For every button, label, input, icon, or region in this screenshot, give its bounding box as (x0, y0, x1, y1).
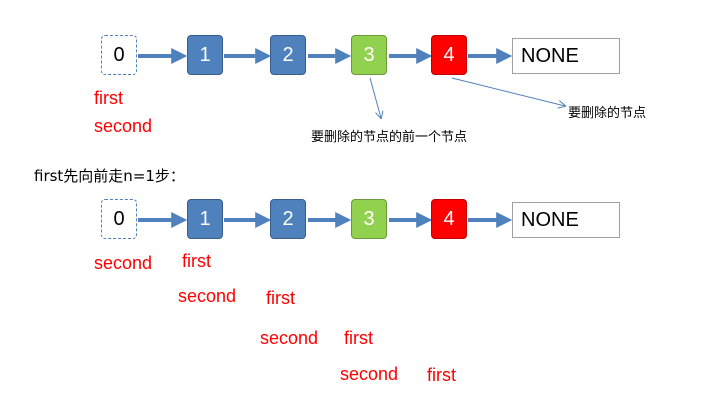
second-pointer-label: second (94, 253, 153, 273)
node-1: 1 (187, 35, 223, 75)
second-pointer-label: second (94, 116, 153, 136)
note-target-node: 要删除的节点 (568, 106, 647, 121)
node-2: 2 (270, 35, 306, 75)
linked-list-diagram: 0 1 2 3 4 NONE first second 要删除的节点的前一个节点… (0, 0, 710, 400)
step-heading: first先向前走n=1步： (34, 167, 185, 185)
none-node: NONE (512, 38, 620, 74)
first-pointer-label: first (266, 288, 295, 308)
node-3: 3 (351, 199, 387, 239)
second-pointer-label: second (260, 328, 319, 348)
node-4: 4 (431, 35, 467, 75)
first-pointer-label: first (94, 88, 123, 108)
node-0: 0 (101, 35, 137, 75)
first-pointer-label: first (427, 365, 456, 385)
second-pointer-label: second (340, 364, 399, 384)
note-target-pointer (451, 77, 565, 106)
second-pointer-label: second (178, 286, 237, 306)
node-3: 3 (351, 35, 387, 75)
node-2: 2 (270, 199, 306, 239)
first-pointer-label: first (182, 251, 211, 271)
node-1: 1 (187, 199, 223, 239)
note-prev-node: 要删除的节点的前一个节点 (311, 130, 468, 145)
note-prev-pointer (369, 77, 381, 118)
node-0: 0 (101, 199, 137, 239)
node-4: 4 (431, 199, 467, 239)
none-node: NONE (512, 202, 620, 238)
first-pointer-label: first (344, 328, 373, 348)
